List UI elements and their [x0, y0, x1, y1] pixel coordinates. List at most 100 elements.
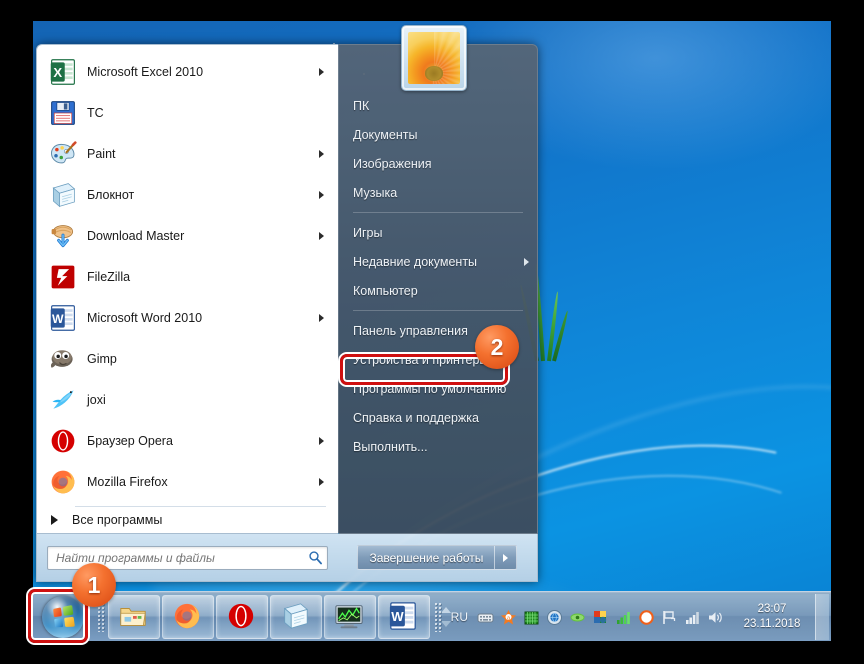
language-indicator[interactable]: RU [451, 610, 468, 624]
user-avatar-frame[interactable] [401, 25, 467, 91]
gimp-icon [49, 345, 77, 373]
taskbar-button-monitor-tool[interactable] [324, 595, 376, 639]
start-menu-right-item[interactable]: Выполнить... [339, 432, 537, 461]
divider [353, 212, 523, 213]
all-programs-button[interactable]: Все программы [37, 507, 338, 533]
clock-time: 23:07 [733, 602, 811, 617]
start-menu-program-item[interactable]: TC [43, 92, 332, 133]
start-menu-program-item[interactable]: X Microsoft Excel 2010 [43, 51, 332, 92]
chevron-right-icon [503, 554, 508, 562]
right-item-label: Выполнить... [353, 440, 529, 454]
right-item-label: Программы по умолчанию [353, 382, 529, 396]
chevron-right-icon [319, 314, 324, 322]
chevron-right-icon [319, 232, 324, 240]
start-menu-program-item[interactable]: Mozilla Firefox [43, 461, 332, 502]
program-label: Mozilla Firefox [87, 475, 309, 489]
folder-icon [118, 601, 150, 633]
action-center-flag-icon[interactable] [661, 609, 678, 626]
start-menu-program-item[interactable]: Download Master [43, 215, 332, 256]
joxi-bird-icon [49, 386, 77, 414]
start-menu-right-item[interactable]: Справка и поддержка [339, 403, 537, 432]
notepad-icon [280, 601, 312, 633]
right-item-label: Справка и поддержка [353, 411, 529, 425]
svg-text:W: W [52, 311, 64, 325]
start-menu-program-item[interactable]: Блокнот [43, 174, 332, 215]
program-label: Microsoft Word 2010 [87, 311, 309, 325]
pinned-programs-list: X Microsoft Excel 2010 TC PaintБлокнот Downl… [37, 51, 338, 502]
start-menu-program-item[interactable]: Браузер Opera [43, 420, 332, 461]
tray-grip[interactable] [434, 602, 443, 632]
start-menu-right-item[interactable]: Документы [339, 120, 537, 149]
chevron-right-icon [319, 150, 324, 158]
word-icon: W [49, 304, 77, 332]
green-signal-bars-icon[interactable] [615, 609, 632, 626]
start-menu-right-panel: ПК Документы ИзображенияМузыка Игры Недавние… [338, 44, 538, 534]
chevron-right-icon [319, 191, 324, 199]
taskbar-button-notepad[interactable] [270, 595, 322, 639]
green-eye-icon[interactable] [569, 609, 586, 626]
right-item-label: Игры [353, 226, 529, 240]
chevron-right-icon [51, 515, 58, 525]
windows-logo-icon [42, 596, 84, 638]
svg-text:X: X [53, 64, 62, 79]
svg-text:W: W [391, 609, 404, 624]
start-menu-program-item[interactable]: FileZilla [43, 256, 332, 297]
annotation-badge-2: 2 [475, 325, 519, 369]
chevron-right-icon [319, 478, 324, 486]
start-menu-program-item[interactable]: joxi [43, 379, 332, 420]
taskbar-button-firefox[interactable] [162, 595, 214, 639]
start-menu-right-item[interactable]: Изображения [339, 149, 537, 178]
screen: X Microsoft Excel 2010 TC PaintБлокнот Downl… [0, 0, 864, 664]
opera-icon [226, 601, 258, 633]
start-menu-right-item[interactable]: Игры [339, 218, 537, 247]
taskbar-button-explorer[interactable] [108, 595, 160, 639]
network-signal-icon[interactable] [684, 609, 701, 626]
program-label: TC [87, 106, 328, 120]
program-label: Microsoft Excel 2010 [87, 65, 309, 79]
clock[interactable]: 23:07 23.11.2018 [733, 602, 811, 632]
start-menu-right-item[interactable]: Программы по умолчанию [339, 374, 537, 403]
taskbar: W RU [33, 591, 831, 641]
download-master-icon [49, 222, 77, 250]
right-item-label: Документы [353, 128, 529, 142]
avast-icon[interactable]: a [500, 609, 517, 626]
program-label: joxi [87, 393, 328, 407]
taskbar-buttons: W [108, 595, 456, 639]
right-item-label: ПК [353, 99, 529, 113]
right-item-label: Компьютер [353, 284, 529, 298]
firefox-icon [49, 468, 77, 496]
paint-palette-icon [49, 140, 77, 168]
shutdown-options-button[interactable] [495, 545, 517, 570]
start-menu-right-item[interactable]: Недавние документы [339, 247, 537, 276]
show-desktop-button[interactable] [815, 594, 829, 640]
shutdown-group: Завершение работы [357, 545, 517, 570]
shutdown-button[interactable]: Завершение работы [357, 545, 495, 570]
green-grid-icon[interactable] [523, 609, 540, 626]
start-menu[interactable]: X Microsoft Excel 2010 TC PaintБлокнот Downl… [36, 44, 538, 582]
program-label: Браузер Opera [87, 434, 309, 448]
right-item-label: Недавние документы [353, 255, 524, 269]
program-label: Download Master [87, 229, 309, 243]
start-menu-program-item[interactable]: Paint [43, 133, 332, 174]
start-menu-right-item[interactable]: ПК [339, 91, 537, 120]
avatar [408, 32, 460, 84]
filezilla-icon [49, 263, 77, 291]
firefox-icon [172, 601, 204, 633]
divider [353, 310, 523, 311]
taskbar-button-opera[interactable] [216, 595, 268, 639]
start-menu-program-item[interactable]: W Microsoft Word 2010 [43, 297, 332, 338]
blue-globe-icon[interactable] [546, 609, 563, 626]
start-menu-right-item[interactable]: Музыка [339, 178, 537, 207]
taskbar-button-word[interactable]: W [378, 595, 430, 639]
start-menu-program-item[interactable]: Gimp [43, 338, 332, 379]
orange-circle-icon[interactable] [638, 609, 655, 626]
search-icon[interactable] [308, 550, 323, 565]
floppy-disk-icon [49, 99, 77, 127]
opera-icon [49, 427, 77, 455]
colorful-app-icon[interactable] [592, 609, 609, 626]
volume-speaker-icon[interactable] [707, 609, 724, 626]
notepad-icon [49, 181, 77, 209]
start-menu-right-item[interactable]: Компьютер [339, 276, 537, 305]
start-menu-left-panel: X Microsoft Excel 2010 TC PaintБлокнот Downl… [36, 44, 338, 534]
keyboard-icon[interactable] [477, 609, 494, 626]
